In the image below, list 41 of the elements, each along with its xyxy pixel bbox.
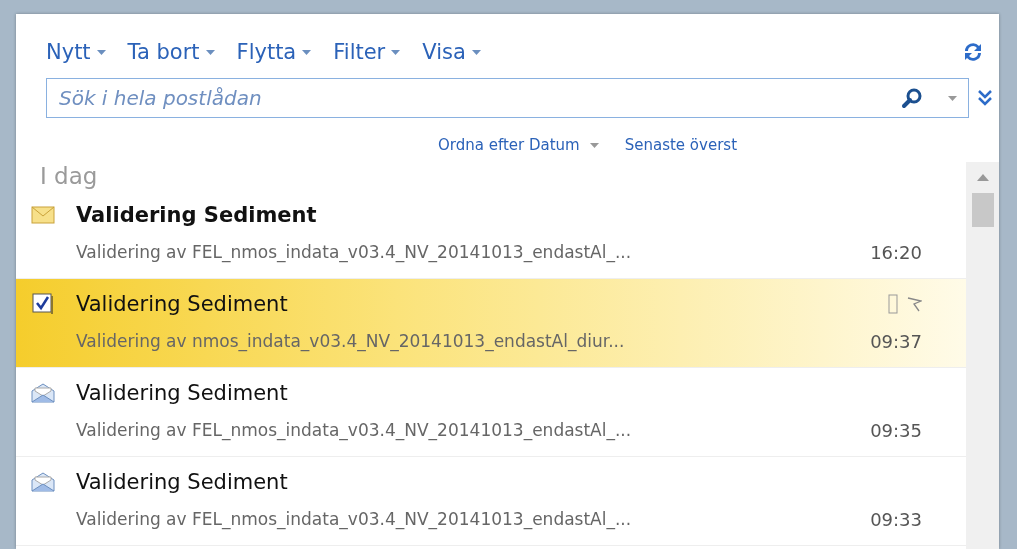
menu-button[interactable]: Ta bort: [127, 40, 215, 64]
message-time: 09:37: [870, 330, 922, 352]
menu-button[interactable]: Nytt: [46, 40, 106, 64]
sort-order-button[interactable]: Ordna efter Datum: [438, 136, 599, 154]
caret-icon: [589, 142, 599, 148]
message-subject: Validering Sediment: [76, 470, 288, 494]
message-subject: Validering Sediment: [76, 381, 288, 405]
caret-icon: [391, 49, 401, 55]
flag-icon[interactable]: [906, 296, 922, 312]
message-preview: Validering av FEL_nmos_indata_v03.4_NV_20141013_endastAl_...: [76, 242, 632, 262]
sort-direction-button[interactable]: Senaste överst: [624, 136, 737, 154]
group-header: I dag: [39, 162, 99, 190]
expand-icon[interactable]: [977, 89, 993, 107]
message-subject: Validering Sediment: [76, 292, 288, 316]
message-time: 09:33: [870, 508, 922, 530]
caret-icon: [471, 49, 481, 55]
message-preview: Validering av nmos_indata_v03.4_NV_20141013_endastAl_diur...: [76, 331, 625, 351]
message-row[interactable]: Validering Sediment Validering av FEL_nmos_indata_v03.4_NV_20141013_endastAl_... 09:33: [16, 457, 966, 546]
envelope-icon: [31, 206, 55, 224]
message-subject: Validering Sediment: [76, 203, 317, 227]
menu-button[interactable]: Flytta: [236, 40, 312, 64]
dropdown-caret-icon[interactable]: [948, 96, 957, 101]
message-preview: Validering av FEL_nmos_indata_v03.4_NV_20141013_endastAl_...: [76, 420, 632, 440]
message-row[interactable]: Validering Sediment Validering av nmos_indata_v03.4_NV_20141013_endastAl_diur... 09:37: [16, 279, 966, 368]
search-icon[interactable]: [901, 87, 923, 109]
caret-icon: [302, 49, 312, 55]
message-row[interactable]: Validering Sediment Validering av FEL_nmos_indata_v03.4_NV_20141013_endastAl_... 09:35: [16, 368, 966, 457]
search-field[interactable]: Sök i hela postlådan: [46, 78, 969, 118]
menu-button[interactable]: Visa: [422, 40, 481, 64]
message-time: 16:20: [870, 241, 922, 263]
scroll-thumb[interactable]: [971, 193, 994, 227]
message-preview: Validering av FEL_nmos_indata_v03.4_NV_20141013_endastAl_...: [76, 509, 632, 529]
caret-icon: [96, 49, 106, 55]
open-envelope-icon: [31, 472, 55, 492]
caret-icon: [205, 49, 215, 55]
scrollbar[interactable]: [966, 162, 999, 549]
scroll-up-icon[interactable]: [976, 174, 989, 181]
message-time: 09:35: [870, 419, 922, 441]
checkbox-icon[interactable]: [32, 293, 54, 315]
open-envelope-icon: [31, 383, 55, 403]
menu-button[interactable]: Filter: [333, 40, 401, 64]
